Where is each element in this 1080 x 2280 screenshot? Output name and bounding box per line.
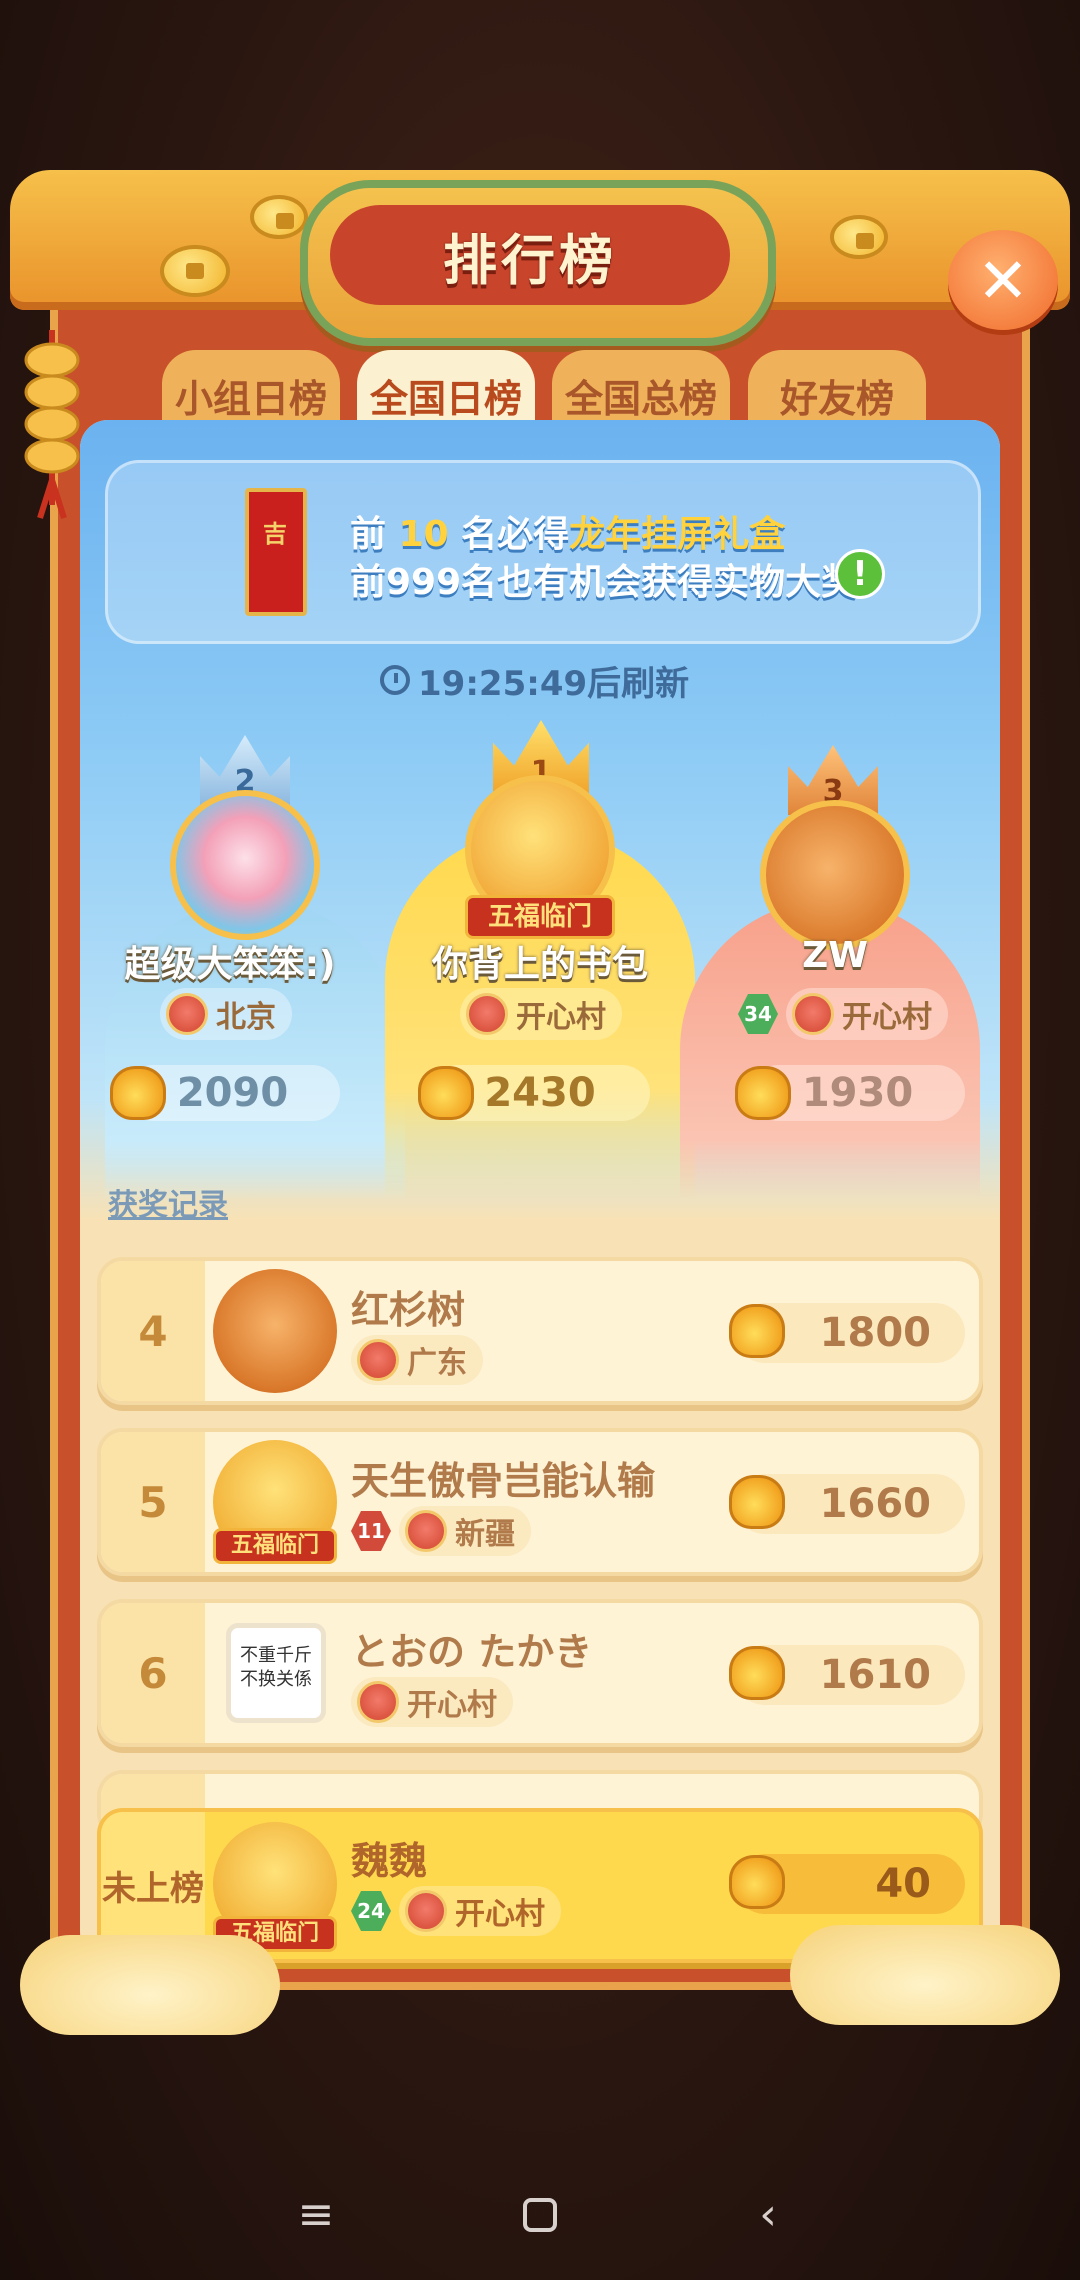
player-name: とおの たかき bbox=[351, 1630, 593, 1674]
gold-bag-icon bbox=[729, 1855, 785, 1909]
page-title: 排行榜 bbox=[330, 205, 730, 305]
cloud-decoration bbox=[20, 1935, 280, 2035]
close-button[interactable]: ✕ bbox=[948, 230, 1058, 330]
player-meta: 开心村 bbox=[351, 1677, 513, 1727]
player-name: 红杉树 bbox=[351, 1288, 466, 1332]
menu-icon[interactable]: ≡ bbox=[286, 2185, 346, 2245]
location-badge: 北京 bbox=[160, 988, 292, 1040]
award-record-link[interactable]: 获奖记录 bbox=[108, 1180, 228, 1224]
list-item[interactable]: 4 红杉树 广东 1800 bbox=[97, 1257, 983, 1405]
banner-line-2: 前999名也有机会获得实物大奖 bbox=[350, 562, 858, 603]
refresh-text: 19:25:49后刷新 bbox=[418, 663, 690, 704]
rank-number: 5 bbox=[101, 1432, 205, 1572]
score-pill: 1660 bbox=[729, 1474, 965, 1534]
score-pill: 1610 bbox=[729, 1645, 965, 1705]
player-meta: 24 开心村 bbox=[351, 1886, 561, 1936]
cloud-decoration bbox=[790, 1925, 1060, 2025]
close-icon: ✕ bbox=[977, 243, 1029, 317]
gold-bag-icon bbox=[729, 1304, 785, 1358]
home-icon bbox=[523, 2198, 557, 2232]
coin-string-icon bbox=[24, 330, 80, 519]
location-text: 广东 bbox=[407, 1346, 467, 1381]
gold-bag-icon bbox=[418, 1066, 474, 1120]
level-badge: 11 bbox=[351, 1511, 391, 1551]
location-badge: 开心村 bbox=[460, 988, 622, 1040]
dragon-icon bbox=[166, 993, 208, 1035]
avatar[interactable]: 不重千斤 不换关係 bbox=[226, 1623, 326, 1723]
back-icon[interactable]: ‹ bbox=[738, 2185, 798, 2245]
score-pill: 1800 bbox=[729, 1303, 965, 1363]
level-badge: 24 bbox=[351, 1891, 391, 1931]
dragon-icon bbox=[466, 993, 508, 1035]
location-text: 开心村 bbox=[516, 1000, 606, 1035]
location-text: 新疆 bbox=[455, 1517, 515, 1552]
score-value: 1660 bbox=[819, 1481, 931, 1527]
wufu-badge: 五福临门 bbox=[213, 1528, 337, 1564]
location-text: 开心村 bbox=[842, 1000, 932, 1035]
banner-rank: 10 bbox=[398, 514, 449, 555]
gold-bag-icon bbox=[735, 1066, 791, 1120]
avatar[interactable] bbox=[760, 800, 910, 950]
banner-mid: 名必得 bbox=[461, 514, 570, 555]
dragon-icon bbox=[405, 1510, 447, 1552]
coin-icon bbox=[160, 245, 230, 297]
banner-prize: 龙年挂屏礼盒 bbox=[569, 514, 786, 555]
list-item[interactable]: 6 不重千斤 不换关係 とおの たかき 开心村 1610 bbox=[97, 1599, 983, 1747]
score-value: 1800 bbox=[819, 1310, 931, 1356]
score-pill: 40 bbox=[729, 1854, 965, 1914]
gold-bag-icon bbox=[729, 1475, 785, 1529]
score-value: 40 bbox=[875, 1861, 931, 1907]
player-meta: 广东 bbox=[351, 1335, 483, 1385]
wufu-badge: 五福临门 bbox=[465, 895, 615, 939]
coin-icon bbox=[250, 195, 308, 239]
location-text: 北京 bbox=[216, 1000, 276, 1035]
location-badge: 开心村 bbox=[786, 988, 948, 1040]
location-badge: 开心村 bbox=[351, 1677, 513, 1727]
banner-line-1: 前 10 名必得龙年挂屏礼盒 bbox=[350, 505, 785, 557]
score-value: 1610 bbox=[819, 1652, 931, 1698]
home-button[interactable] bbox=[510, 2185, 570, 2245]
location-badge: 新疆 bbox=[399, 1506, 531, 1556]
list-item[interactable]: 5 五福临门 天生傲骨岂能认输 11 新疆 1660 bbox=[97, 1428, 983, 1576]
dragon-icon bbox=[405, 1890, 447, 1932]
location-text: 开心村 bbox=[455, 1897, 545, 1932]
avatar[interactable] bbox=[213, 1269, 337, 1393]
avatar-photo-text: 不重千斤 不换关係 bbox=[240, 1645, 312, 1690]
gold-bag-icon bbox=[729, 1646, 785, 1700]
location-badge: 广东 bbox=[351, 1335, 483, 1385]
prize-scroll-icon bbox=[245, 488, 307, 616]
clock-icon bbox=[380, 665, 410, 695]
avatar[interactable] bbox=[170, 790, 320, 940]
location-text: 开心村 bbox=[407, 1688, 497, 1723]
player-name: 魏魏 bbox=[351, 1839, 428, 1883]
banner-prefix: 前 bbox=[350, 514, 387, 555]
top-player-name: ZW bbox=[802, 935, 868, 976]
location-badge: 开心村 bbox=[399, 1886, 561, 1936]
player-name: 天生傲骨岂能认输 bbox=[351, 1459, 656, 1503]
dragon-icon bbox=[357, 1339, 399, 1381]
refresh-timer: 19:25:49后刷新 bbox=[380, 655, 710, 705]
gold-bag-icon bbox=[110, 1066, 166, 1120]
rank-number: 4 bbox=[101, 1261, 205, 1401]
top-player-name: 你背上的书包 bbox=[431, 944, 648, 985]
rank-number: 6 bbox=[101, 1603, 205, 1743]
dragon-icon bbox=[357, 1681, 399, 1723]
coin-icon bbox=[830, 215, 888, 259]
info-icon[interactable]: ! bbox=[835, 549, 885, 599]
player-meta: 11 新疆 bbox=[351, 1506, 531, 1556]
dragon-icon bbox=[792, 993, 834, 1035]
top-player-name: 超级大笨笨:) bbox=[124, 944, 336, 985]
